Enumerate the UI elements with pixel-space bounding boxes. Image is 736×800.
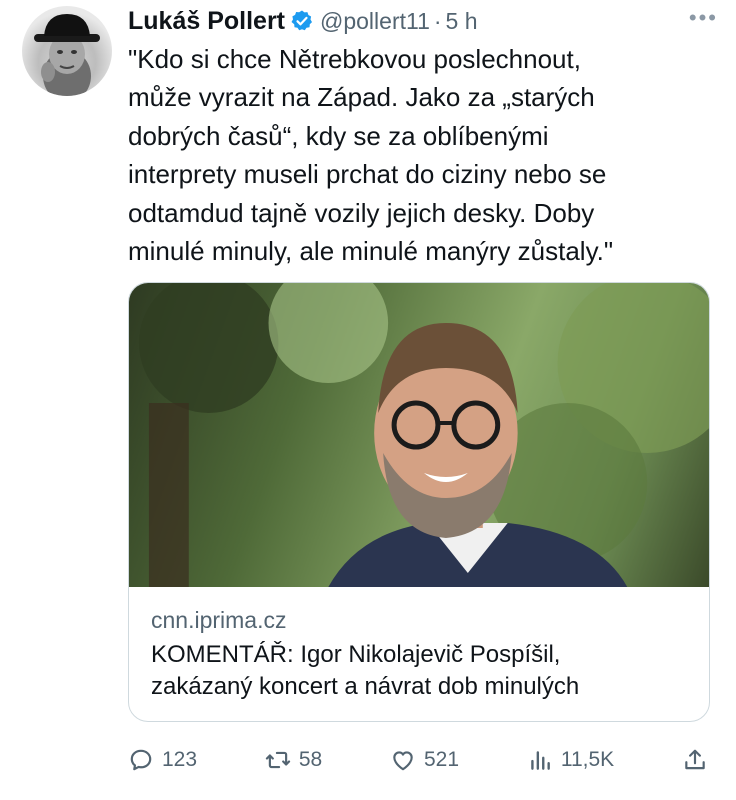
views-chart-icon <box>531 751 550 770</box>
card-title[interactable]: KOMENTÁŘ: Igor Nikolajevič Pospíšil, zak… <box>151 639 693 703</box>
heart-icon <box>393 751 413 771</box>
link-preview-card[interactable]: cnn.iprima.cz KOMENTÁŘ: Igor Nikolajevič… <box>128 282 710 722</box>
views-count: 11,5K <box>560 748 615 771</box>
author-handle[interactable]: @pollert11 <box>320 8 430 35</box>
tweet-actions-bar: 123 58 521 11,5K <box>128 742 708 778</box>
article-photo <box>138 283 709 587</box>
verified-badge-icon <box>291 10 312 31</box>
tweet-header: Lukáš Pollert @pollert11 · 5 h <box>128 6 716 36</box>
reply-icon <box>130 749 152 771</box>
author-avatar[interactable] <box>22 6 112 96</box>
like-button[interactable]: 521 <box>390 747 459 773</box>
card-meta: cnn.iprima.cz KOMENTÁŘ: Igor Nikolajevič… <box>151 605 693 703</box>
views-button[interactable]: 11,5K <box>527 747 614 773</box>
reply-button[interactable]: 123 <box>128 747 197 773</box>
repost-button[interactable]: 58 <box>265 747 322 773</box>
separator-dot: · <box>433 7 442 34</box>
tweet-timestamp[interactable]: 5 h <box>446 8 478 35</box>
tweet-text: "Kdo si chce Nětrebkovou poslechnout, mů… <box>128 44 614 267</box>
repost-icon <box>265 751 290 769</box>
reply-count: 123 <box>162 748 198 771</box>
like-count: 521 <box>424 748 460 771</box>
repost-count: 58 <box>298 748 323 771</box>
share-button[interactable] <box>682 747 708 773</box>
card-domain: cnn.iprima.cz <box>151 607 287 633</box>
card-image <box>129 283 709 587</box>
author-name[interactable]: Lukáš Pollert <box>128 7 285 36</box>
more-options-icon[interactable]: ••• <box>689 7 718 29</box>
share-icon <box>685 749 705 770</box>
avatar-image <box>34 14 100 96</box>
